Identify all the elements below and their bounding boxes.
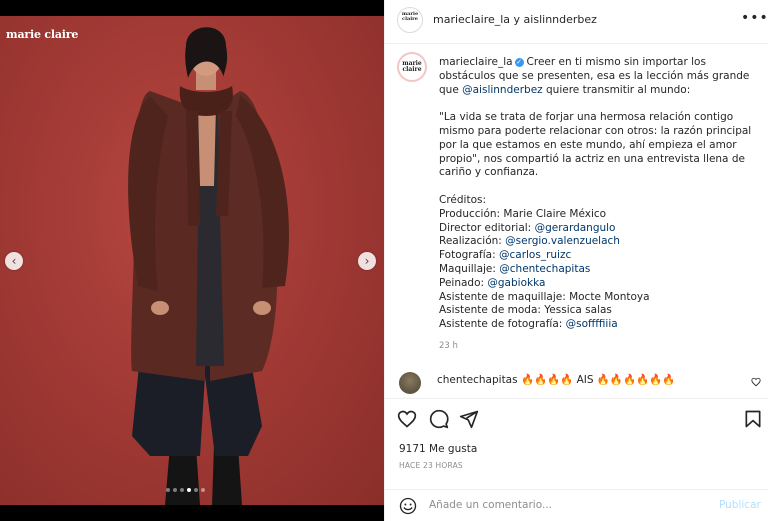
credit-line: Producción: Marie Claire México (439, 207, 607, 220)
carousel-dot (173, 488, 177, 492)
credit-line: Realización: (439, 235, 506, 248)
likes-count[interactable]: 9171 Me gusta (399, 443, 477, 455)
post-header: marie claire marieclaire_la y aislinnder… (385, 0, 768, 44)
comment-username[interactable]: chentechapitas (437, 374, 518, 386)
post-caption: marieclaire_la ✓ Creer en ti mismo sin imp… (439, 56, 757, 332)
credit-line: Asistente de maquillaje: Mocte Montoya (439, 290, 650, 303)
mention-link[interactable]: @gabiokka (487, 277, 545, 289)
verified-badge-icon: ✓ (514, 57, 524, 67)
mention-link[interactable]: @gerardangulo (535, 222, 616, 234)
add-comment-bar: Publicar (385, 489, 768, 521)
credit-line: Maquillaje: (439, 262, 500, 275)
caption-username[interactable]: marieclaire_la (439, 56, 513, 68)
credit-line: Fotografía: (439, 249, 499, 262)
heart-icon[interactable] (397, 409, 417, 429)
mention-link[interactable]: @aislinnderbez (462, 84, 543, 96)
mention-link[interactable]: @carlos_ruizc (499, 249, 571, 261)
carousel-dot (166, 488, 170, 492)
mention-link[interactable]: @soffffiiia (566, 318, 618, 330)
caption-text-intro-end: quiere transmitir al mundo: (542, 83, 691, 96)
chevron-left-icon[interactable]: ‹ (5, 252, 23, 270)
carousel-dot (201, 488, 205, 492)
caption-avatar-logo: marie claire (402, 60, 422, 73)
carousel-dot (180, 488, 184, 492)
credit-line: Asistente de moda: Yessica salas (439, 304, 612, 317)
heart-icon[interactable] (751, 377, 761, 387)
post-details-panel: marie claire marieclaire_la y aislinnder… (384, 0, 768, 521)
brand-watermark: marie claire (6, 28, 79, 41)
publish-button[interactable]: Publicar (719, 499, 761, 511)
comment-input[interactable] (429, 496, 699, 514)
emoji-icon[interactable] (399, 497, 417, 515)
credits-title: Créditos: (439, 193, 487, 206)
avatar-logo: marie claire (401, 11, 419, 22)
caption-quote: "La vida se trata de forjar una hermosa … (439, 111, 752, 179)
credit-line: Asistente de fotografía: (439, 318, 566, 331)
carousel-dot (194, 488, 198, 492)
more-horizontal-icon[interactable]: ••• (741, 10, 768, 26)
mention-link[interactable]: @chentechapitas (499, 263, 590, 275)
comment-icon[interactable] (429, 409, 449, 429)
avatar[interactable]: marie claire (397, 7, 423, 33)
mention-link[interactable]: @sergio.valenzuelach (505, 235, 620, 247)
chevron-right-icon[interactable]: › (358, 252, 376, 270)
header-usernames[interactable]: marieclaire_la y aislinnderbez (433, 13, 597, 26)
comment-body: chentechapitas 🔥🔥🔥🔥 AIS 🔥🔥🔥🔥🔥🔥 (437, 373, 675, 386)
post-timestamp[interactable]: HACE 23 HORAS (399, 461, 463, 470)
instagram-post-window: marie claire ‹ › marie claire marieclair… (0, 0, 768, 521)
media-top-bar (0, 0, 384, 16)
bookmark-icon[interactable] (743, 409, 763, 429)
caption-avatar[interactable]: marie claire (397, 52, 427, 82)
post-media: marie claire ‹ › (0, 0, 384, 521)
comment-text: 🔥🔥🔥🔥 AIS 🔥🔥🔥🔥🔥🔥 (520, 374, 676, 386)
send-icon[interactable] (459, 409, 479, 429)
avatar[interactable] (399, 372, 421, 394)
media-bottom-bar (0, 505, 384, 521)
carousel-indicator (166, 488, 205, 492)
carousel-dot-active (187, 488, 191, 492)
credit-line: Director editorial: (439, 221, 535, 234)
post-photo[interactable]: marie claire ‹ › (0, 16, 384, 505)
caption-timestamp[interactable]: 23 h (439, 341, 458, 351)
model-figure (128, 27, 289, 505)
comment-row: chentechapitas 🔥🔥🔥🔥 AIS 🔥🔥🔥🔥🔥🔥 (385, 368, 768, 394)
credit-line: Peinado: (439, 276, 488, 289)
